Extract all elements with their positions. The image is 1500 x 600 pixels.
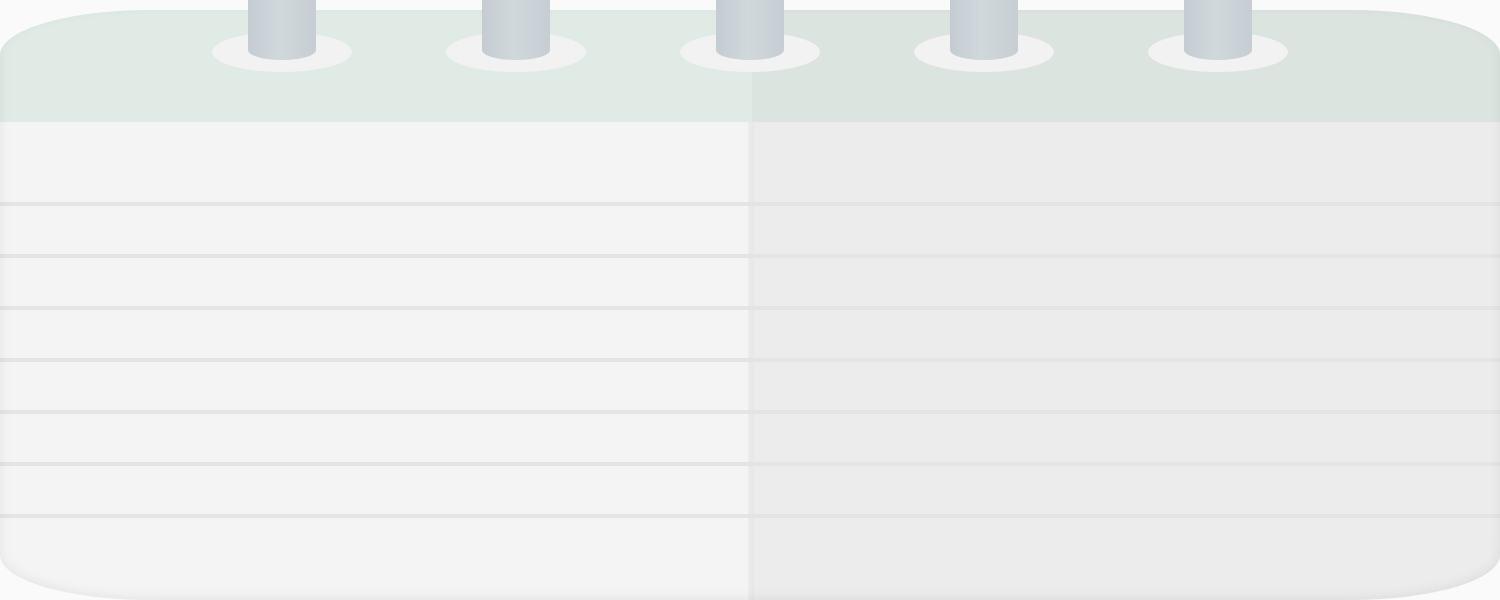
- ring-post: [482, 0, 550, 60]
- spiral-ring-icon: [212, 0, 352, 75]
- spiral-ring-icon: [446, 0, 586, 75]
- notepad-illustration: [0, 10, 1500, 600]
- ring-post: [1184, 0, 1252, 60]
- ruled-line: [0, 410, 1500, 414]
- ruled-line: [0, 514, 1500, 518]
- ring-post: [248, 0, 316, 60]
- spiral-ring-icon: [680, 0, 820, 75]
- ruled-line: [0, 358, 1500, 362]
- notepad-header-band-right: [752, 10, 1500, 122]
- spiral-ring-icon: [914, 0, 1054, 75]
- spiral-ring-icon: [1148, 0, 1288, 75]
- ring-post: [716, 0, 784, 60]
- ring-post: [950, 0, 1018, 60]
- ruled-line: [0, 202, 1500, 206]
- ruled-line: [0, 254, 1500, 258]
- ruled-line: [0, 462, 1500, 466]
- ruled-line: [0, 306, 1500, 310]
